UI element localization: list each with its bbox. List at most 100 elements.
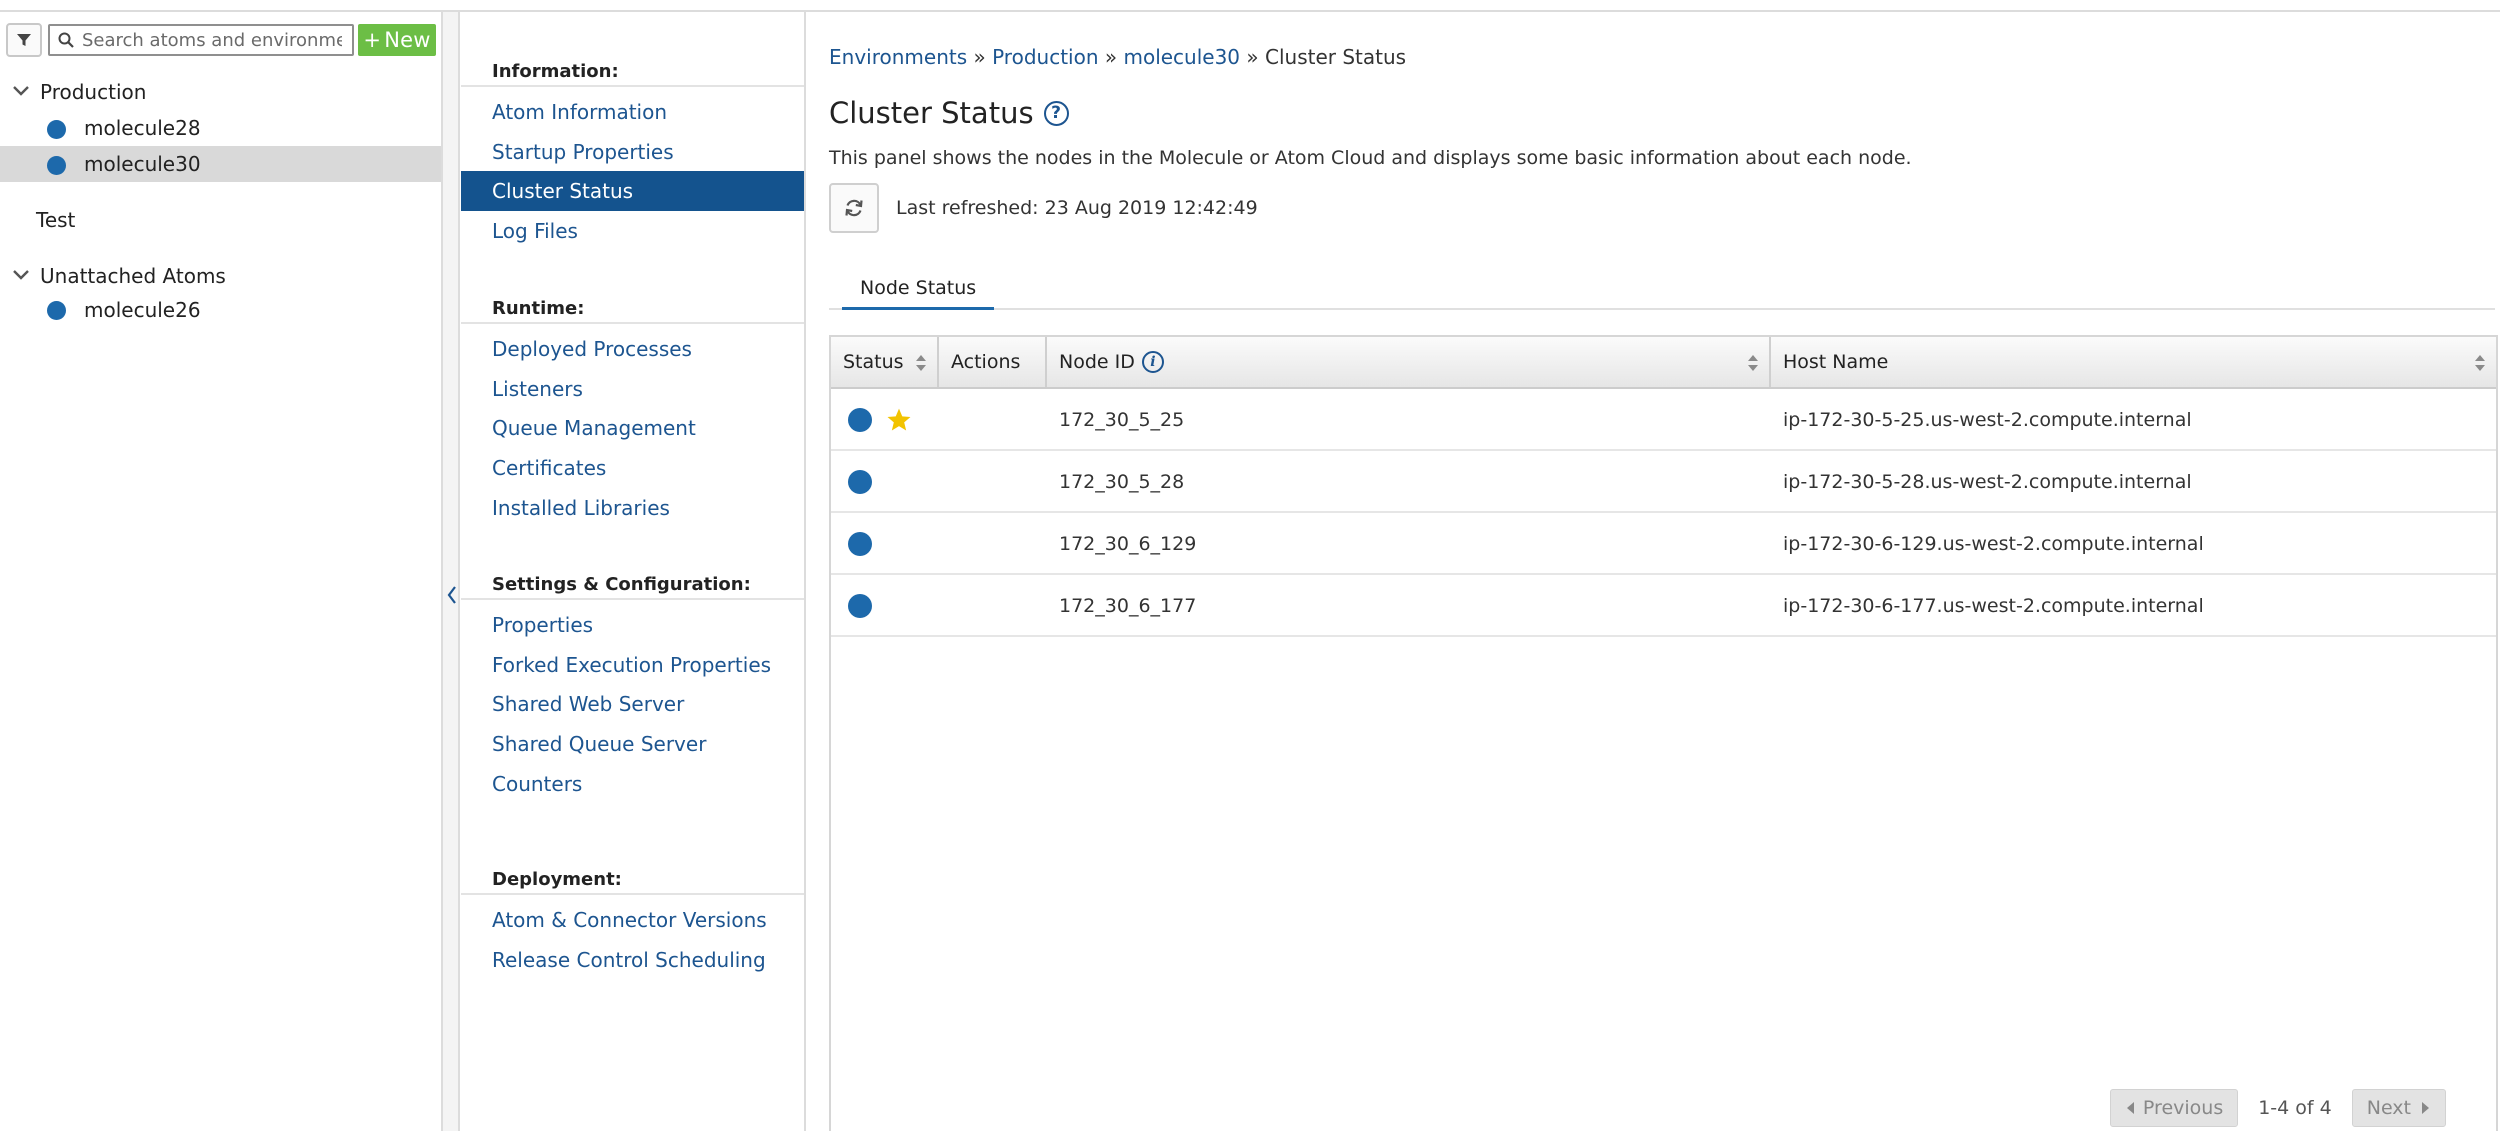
nav-item-release-control-scheduling[interactable]: Release Control Scheduling	[461, 940, 804, 980]
next-label: Next	[2366, 1097, 2411, 1119]
pagination-info: 1-4 of 4	[2258, 1097, 2332, 1119]
environment-tree-panel: + New Production molecule28 molecule30 T…	[0, 12, 443, 1131]
page-description: This panel shows the nodes in the Molecu…	[829, 147, 1912, 169]
help-icon[interactable]: ?	[1043, 100, 1069, 126]
column-header-label: Status	[843, 351, 904, 373]
plus-icon: +	[363, 28, 382, 52]
nav-item-atom-connector-versions[interactable]: Atom & Connector Versions	[461, 900, 804, 940]
breadcrumb-current: Cluster Status	[1265, 45, 1407, 69]
table-row[interactable]: 172_30_5_25 ip-172-30-5-25.us-west-2.com…	[831, 389, 2496, 451]
breadcrumb-separator: »	[973, 45, 986, 69]
node-status-icon	[848, 532, 872, 556]
nav-section-runtime: Runtime: Deployed Processes Listeners Qu…	[461, 294, 804, 527]
status-cell	[848, 575, 872, 637]
caret-left-icon	[2126, 1102, 2134, 1114]
column-header-actions: Actions	[939, 337, 1047, 387]
tree-atom-label: molecule26	[84, 298, 201, 322]
column-header-node-id[interactable]: Node ID i	[1047, 337, 1771, 387]
nav-item-log-files[interactable]: Log Files	[461, 211, 804, 251]
host-name-cell: ip-172-30-6-177.us-west-2.compute.intern…	[1783, 595, 2204, 617]
nav-item-shared-web-server[interactable]: Shared Web Server	[461, 684, 804, 724]
nav-item-startup-properties[interactable]: Startup Properties	[461, 132, 804, 172]
nav-item-atom-information[interactable]: Atom Information	[461, 92, 804, 132]
node-status-grid: Status Actions Node ID i Host Name 172_3…	[829, 335, 2498, 1131]
nav-item-properties[interactable]: Properties	[461, 605, 804, 645]
search-input[interactable]	[82, 29, 342, 51]
node-id-cell: 172_30_6_177	[1059, 595, 1197, 617]
tree-group-unattached-atoms[interactable]: Unattached Atoms	[0, 258, 441, 294]
previous-button[interactable]: Previous	[2109, 1089, 2239, 1127]
tree-atom-molecule26[interactable]: molecule26	[0, 294, 441, 326]
chevron-down-icon[interactable]	[12, 268, 30, 282]
breadcrumb-separator: »	[1246, 45, 1259, 69]
sort-icon[interactable]	[2474, 354, 2486, 372]
main-content: Environments » Production » molecule30 »…	[808, 12, 2500, 1131]
breadcrumb-separator: »	[1104, 45, 1118, 69]
atom-status-icon	[47, 301, 66, 320]
nav-item-queue-management[interactable]: Queue Management	[461, 408, 804, 448]
tree-group-label: Production	[40, 80, 147, 104]
column-header-label: Host Name	[1783, 351, 1889, 373]
status-cell	[848, 389, 912, 451]
filter-button[interactable]	[6, 23, 42, 57]
environment-tree: Production molecule28 molecule30 Test Un…	[0, 74, 441, 326]
chevron-down-icon[interactable]	[12, 84, 30, 98]
nav-item-certificates[interactable]: Certificates	[461, 448, 804, 488]
next-button[interactable]: Next	[2351, 1089, 2446, 1127]
nav-heading: Runtime:	[461, 294, 804, 324]
sort-icon[interactable]	[915, 354, 927, 372]
nav-item-installed-libraries[interactable]: Installed Libraries	[461, 488, 804, 528]
breadcrumb-molecule30[interactable]: molecule30	[1123, 45, 1240, 69]
node-status-icon	[848, 470, 872, 494]
host-name-cell: ip-172-30-5-25.us-west-2.compute.interna…	[1783, 409, 2192, 431]
table-row[interactable]: 172_30_5_28 ip-172-30-5-28.us-west-2.com…	[831, 451, 2496, 513]
node-id-cell: 172_30_5_28	[1059, 471, 1185, 493]
grid-header: Status Actions Node ID i Host Name	[831, 337, 2496, 389]
tree-atom-molecule30[interactable]: molecule30	[0, 146, 441, 182]
table-row[interactable]: 172_30_6_177 ip-172-30-6-177.us-west-2.c…	[831, 575, 2496, 637]
atom-status-icon	[47, 156, 66, 175]
filter-icon	[17, 34, 31, 46]
status-cell	[848, 513, 872, 575]
tree-group-test[interactable]: Test	[0, 202, 441, 238]
breadcrumb-production[interactable]: Production	[992, 45, 1098, 69]
page-title-row: Cluster Status ?	[829, 96, 1069, 130]
nav-heading: Information:	[461, 57, 804, 87]
nav-item-counters[interactable]: Counters	[461, 764, 804, 804]
tree-atom-label: molecule30	[84, 152, 201, 176]
nav-section-deployment: Deployment: Atom & Connector Versions Re…	[461, 865, 804, 979]
node-status-icon	[848, 408, 872, 432]
column-header-status[interactable]: Status	[831, 337, 939, 387]
table-row[interactable]: 172_30_6_129 ip-172-30-6-129.us-west-2.c…	[831, 513, 2496, 575]
tree-atom-label: molecule28	[84, 116, 201, 140]
tab-bar: Node Status	[829, 268, 2495, 310]
nav-item-deployed-processes[interactable]: Deployed Processes	[461, 329, 804, 369]
tree-group-label: Unattached Atoms	[40, 264, 226, 288]
info-icon[interactable]: i	[1141, 351, 1164, 373]
breadcrumb: Environments » Production » molecule30 »…	[829, 45, 1406, 69]
refresh-button[interactable]	[829, 183, 879, 233]
star-icon	[887, 408, 911, 431]
tree-group-production[interactable]: Production	[0, 74, 441, 110]
nav-item-shared-queue-server[interactable]: Shared Queue Server	[461, 724, 804, 764]
tree-atom-molecule28[interactable]: molecule28	[0, 110, 441, 146]
nav-heading: Deployment:	[461, 865, 804, 895]
sort-icon[interactable]	[1747, 354, 1759, 372]
nav-item-forked-execution-properties[interactable]: Forked Execution Properties	[461, 645, 804, 685]
panel-splitter[interactable]	[443, 12, 460, 1131]
tree-toolbar: + New	[6, 23, 436, 57]
nav-item-listeners[interactable]: Listeners	[461, 369, 804, 409]
nav-section-settings: Settings & Configuration: Properties For…	[461, 570, 804, 803]
last-refreshed: Last refreshed: 23 Aug 2019 12:42:49	[896, 197, 1258, 219]
tab-node-status[interactable]: Node Status	[842, 268, 995, 310]
nav-item-cluster-status[interactable]: Cluster Status	[461, 171, 804, 212]
nav-heading: Settings & Configuration:	[461, 570, 804, 600]
breadcrumb-environments[interactable]: Environments	[829, 45, 967, 69]
pagination: Previous 1-4 of 4 Next	[2109, 1089, 2446, 1127]
chevron-left-icon[interactable]	[446, 584, 458, 606]
refresh-icon	[845, 199, 863, 217]
new-button[interactable]: + New	[358, 24, 436, 56]
host-name-cell: ip-172-30-5-28.us-west-2.compute.interna…	[1783, 471, 2192, 493]
search-box[interactable]	[48, 24, 354, 56]
column-header-host-name[interactable]: Host Name	[1771, 337, 2496, 387]
